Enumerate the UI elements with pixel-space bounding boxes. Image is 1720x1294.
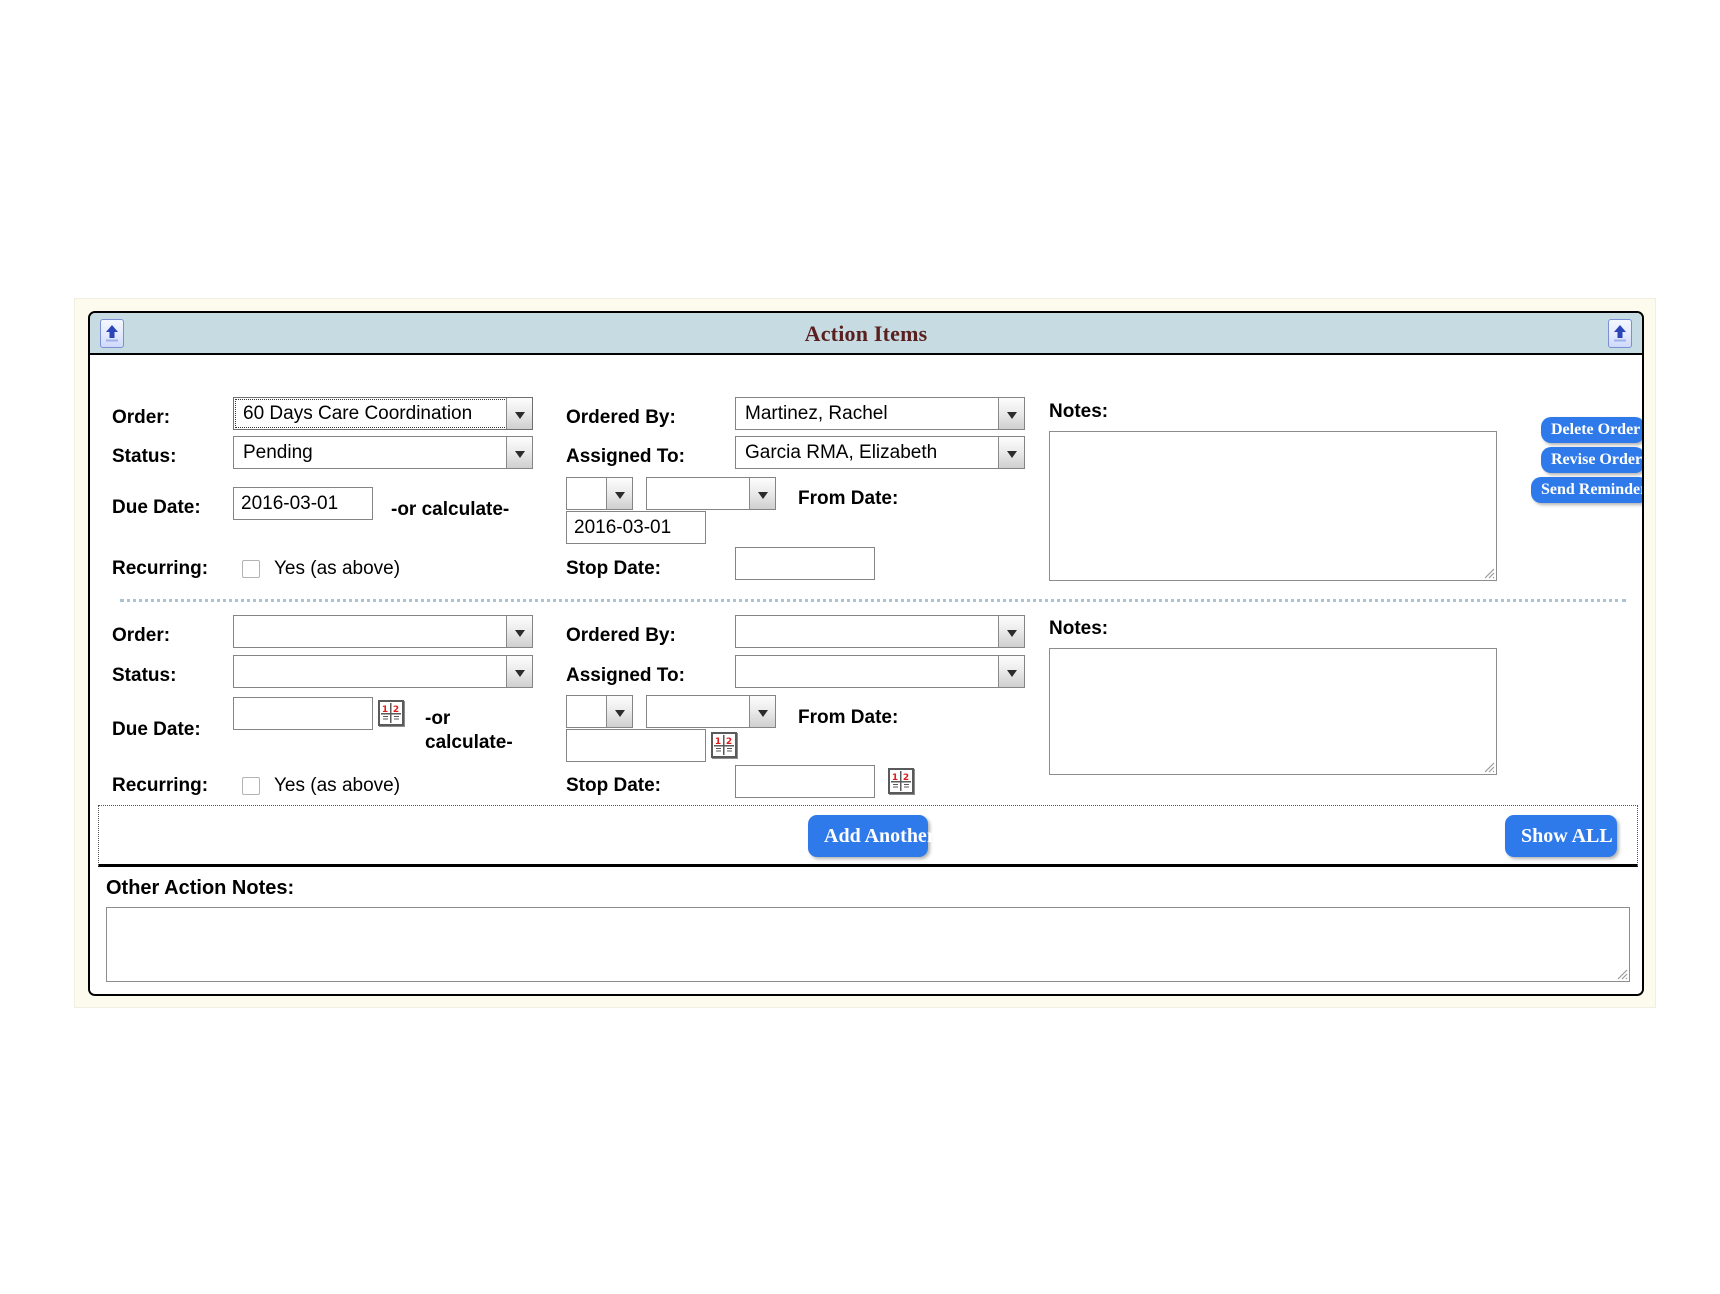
label-notes-1: Notes:	[1049, 401, 1109, 422]
chevron-down-icon	[998, 437, 1024, 468]
send-reminder-button[interactable]: Send Reminder	[1531, 477, 1642, 503]
due-date-input-1-value: 2016-03-01	[241, 493, 339, 514]
label-status-2: Status:	[112, 665, 177, 686]
calc-unit-select-1[interactable]	[646, 477, 776, 510]
actions-bar: Add Another Show ALL	[98, 805, 1638, 867]
or-calculate-text-2: -or calculate-	[425, 708, 513, 753]
calendar-icon-due-date-2[interactable]: 1 2	[378, 700, 404, 726]
collapse-up-icon-right[interactable]	[1608, 319, 1632, 348]
panel-header: Action Items	[90, 313, 1642, 355]
label-notes-2: Notes:	[1049, 618, 1109, 639]
page-title: Action Items	[804, 321, 928, 346]
label-ordered-by-1: Ordered By:	[566, 407, 676, 428]
chevron-down-icon	[606, 696, 632, 727]
chevron-down-icon	[749, 696, 775, 727]
calendar-icon-from-date-2[interactable]: 1 2	[711, 732, 737, 758]
label-ordered-by-2: Ordered By:	[566, 625, 676, 646]
ordered-by-select-1-value: Martinez, Rachel	[745, 403, 888, 424]
status-select-1-value: Pending	[243, 442, 313, 463]
resize-grip-icon	[1484, 762, 1495, 773]
chevron-down-icon	[998, 656, 1024, 687]
calendar-icon-stop-date-2[interactable]: 1 2	[888, 768, 914, 794]
stop-date-input-2[interactable]	[735, 765, 875, 798]
action-items-panel: Action Items Order: 60 Days Care Coordin…	[88, 311, 1644, 996]
calc-number-select-2[interactable]	[566, 695, 633, 728]
recurring-checkbox-2[interactable]	[242, 777, 260, 795]
row-separator	[120, 599, 1626, 602]
assigned-to-select-2[interactable]	[735, 655, 1025, 688]
other-action-notes-textarea[interactable]	[106, 907, 1630, 982]
revise-order-button[interactable]: Revise Order	[1541, 447, 1642, 473]
chevron-down-icon	[506, 437, 532, 468]
chevron-down-icon	[506, 398, 532, 429]
status-select-1[interactable]: Pending	[233, 436, 533, 469]
show-all-button[interactable]: Show ALL	[1505, 815, 1617, 857]
chevron-down-icon	[749, 478, 775, 509]
chevron-down-icon	[506, 656, 532, 687]
label-due-date-2: Due Date:	[112, 719, 201, 740]
label-stop-date-2: Stop Date:	[566, 775, 661, 796]
notes-textarea-1[interactable]	[1049, 431, 1497, 581]
due-date-input-2[interactable]	[233, 697, 373, 730]
order-select-1[interactable]: 60 Days Care Coordination	[233, 397, 533, 430]
label-due-date-1: Due Date:	[112, 497, 201, 518]
assigned-to-select-1[interactable]: Garcia RMA, Elizabeth	[735, 436, 1025, 469]
resize-grip-icon	[1484, 568, 1495, 579]
notes-textarea-2[interactable]	[1049, 648, 1497, 775]
label-recurring-1: Recurring:	[112, 558, 209, 579]
ordered-by-select-1[interactable]: Martinez, Rachel	[735, 397, 1025, 430]
from-date-input-2[interactable]	[566, 729, 706, 762]
chevron-down-icon	[998, 616, 1024, 647]
calc-number-select-1[interactable]	[566, 477, 633, 510]
from-date-input-1[interactable]: 2016-03-01	[566, 511, 706, 544]
label-assigned-to-2: Assigned To:	[566, 665, 685, 686]
screen: Action Items Order: 60 Days Care Coordin…	[0, 0, 1720, 1294]
chevron-down-icon	[998, 398, 1024, 429]
delete-order-button[interactable]: Delete Order	[1541, 417, 1642, 443]
label-order-1: Order:	[112, 407, 171, 428]
due-date-input-1[interactable]: 2016-03-01	[233, 487, 373, 520]
label-assigned-to-1: Assigned To:	[566, 446, 685, 467]
label-status-1: Status:	[112, 446, 177, 467]
label-recurring-2: Recurring:	[112, 775, 209, 796]
label-order-2: Order:	[112, 625, 171, 646]
assigned-to-select-1-value: Garcia RMA, Elizabeth	[745, 442, 938, 463]
recurring-yes-label-1: Yes (as above)	[274, 558, 401, 579]
recurring-checkbox-1[interactable]	[242, 560, 260, 578]
from-date-input-1-value: 2016-03-01	[574, 517, 672, 538]
calc-unit-select-2[interactable]	[646, 695, 776, 728]
chevron-down-icon	[606, 478, 632, 509]
label-other-action-notes: Other Action Notes:	[106, 877, 295, 899]
status-select-2[interactable]	[233, 655, 533, 688]
label-from-date-1: From Date:	[798, 488, 899, 509]
resize-grip-icon	[1617, 969, 1628, 980]
stop-date-input-1[interactable]	[735, 547, 875, 580]
panel-body: Order: 60 Days Care Coordination Status:…	[90, 355, 1642, 994]
order-select-1-value: 60 Days Care Coordination	[243, 403, 473, 424]
label-from-date-2: From Date:	[798, 707, 899, 728]
recurring-yes-label-2: Yes (as above)	[274, 775, 401, 796]
label-stop-date-1: Stop Date:	[566, 558, 661, 579]
add-another-button[interactable]: Add Another	[808, 815, 936, 857]
order-select-2[interactable]	[233, 615, 533, 648]
chevron-down-icon	[506, 616, 532, 647]
ordered-by-select-2[interactable]	[735, 615, 1025, 648]
action-items-frame: Action Items Order: 60 Days Care Coordin…	[74, 298, 1656, 1008]
or-calculate-text-1: -or calculate-	[391, 499, 510, 520]
